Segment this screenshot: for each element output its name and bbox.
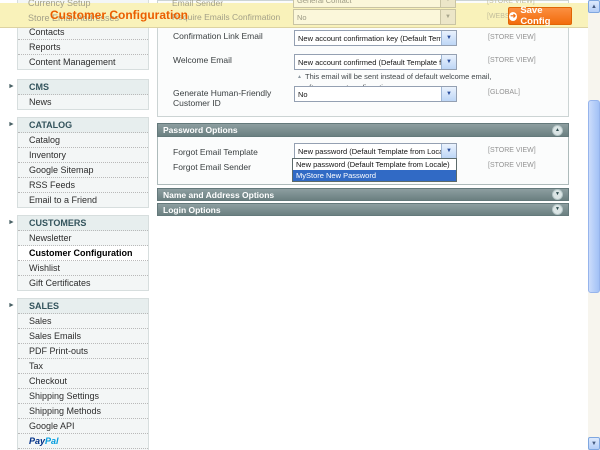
sidebar-item-google-sitemap[interactable]: Google Sitemap	[18, 163, 148, 178]
scrollbar-thumb[interactable]	[588, 100, 600, 293]
sidebar-item-email-to-a-friend[interactable]: Email to a Friend	[18, 193, 148, 207]
scope-label: [STORE VIEW]	[488, 34, 536, 41]
sidebar-item-sales-emails[interactable]: Sales Emails	[18, 329, 148, 344]
field-label: Generate Human-Friendly Customer ID	[173, 88, 285, 108]
dropdown-arrow-icon: ▼	[440, 10, 455, 24]
scroll-down-button[interactable]: ▼	[588, 437, 600, 450]
floating-page-header: Currency Setup Store Email Addresses Ema…	[0, 0, 588, 28]
sidebar-item-pdf-print-outs[interactable]: PDF Print-outs	[18, 344, 148, 359]
sidebar-item-inventory[interactable]: Inventory	[18, 148, 148, 163]
name-and-address-options-header[interactable]: Name and Address Options ▼	[157, 188, 569, 201]
sidebar-item-shipping-settings[interactable]: Shipping Settings	[18, 389, 148, 404]
sidebar-item-wishlist[interactable]: Wishlist	[18, 261, 148, 276]
vertical-scrollbar: ▲ ▼	[588, 0, 600, 450]
save-button-label: Save Config	[520, 5, 571, 27]
field-label: Confirmation Link Email	[173, 31, 263, 41]
sidebar-item-gift-certificates[interactable]: Gift Certificates	[18, 276, 148, 290]
confirmation-link-email-select[interactable]: New account confirmation key (Default Te…	[294, 30, 457, 46]
select-value: New password (Default Template from Loca…	[295, 147, 441, 156]
dropdown-option[interactable]: New password (Default Template from Loca…	[293, 159, 456, 170]
forgot-email-template-select[interactable]: New password (Default Template from Loca…	[294, 143, 457, 159]
scroll-down-icon: ▼	[591, 441, 597, 447]
scope-label: [STORE VIEW]	[488, 57, 536, 64]
select-value: No	[294, 13, 440, 22]
scroll-up-icon: ▲	[591, 4, 597, 10]
section-title: Name and Address Options	[163, 190, 274, 200]
dropdown-arrow-icon[interactable]: ▼	[441, 31, 456, 45]
sidebar-item-reports[interactable]: Reports	[18, 40, 148, 55]
note-marker-icon: ▲	[297, 74, 302, 80]
collapse-icon[interactable]: ▲	[552, 125, 563, 136]
sidebar-header-label: CUSTOMERS	[29, 218, 86, 228]
paypal-logo-pay: Pay	[29, 436, 45, 446]
select-value: New account confirmation key (Default Te…	[295, 34, 441, 43]
sidebar-item-customer-configuration[interactable]: Customer Configuration	[18, 246, 148, 261]
dropdown-arrow-icon[interactable]: ▼	[441, 87, 456, 101]
sidebar-item-newsletter[interactable]: Newsletter	[18, 231, 148, 246]
config-nav-group-sales: ► SALES Sales Sales Emails PDF Print-out…	[17, 298, 149, 450]
forgot-email-template-dropdown-list: New password (Default Template from Loca…	[292, 158, 457, 182]
group-arrow-icon: ►	[8, 299, 15, 313]
magento-admin-configuration-page: Contacts Reports Content Management ► CM…	[0, 0, 600, 450]
paypal-logo-pal: Pal	[45, 436, 59, 446]
group-arrow-icon: ►	[8, 118, 15, 132]
generate-customer-id-select[interactable]: No ▼	[294, 86, 457, 102]
sidebar-item-news[interactable]: News	[18, 95, 148, 109]
dropdown-option-highlighted[interactable]: MyStore New Password	[293, 170, 456, 181]
sidebar-header-label: CATALOG	[29, 120, 72, 130]
sidebar-item-shipping-methods[interactable]: Shipping Methods	[18, 404, 148, 419]
config-nav-sidebar: Contacts Reports Content Management ► CM…	[17, 0, 149, 450]
sidebar-header-label: SALES	[29, 301, 59, 311]
sidebar-item-content-management[interactable]: Content Management	[18, 55, 148, 69]
save-config-button[interactable]: ➜ Save Config	[508, 7, 572, 25]
sidebar-item-rss-feeds[interactable]: RSS Feeds	[18, 178, 148, 193]
field-label: Forgot Email Template	[173, 147, 258, 157]
select-value: No	[295, 90, 441, 99]
dropdown-arrow-icon: ▼	[440, 0, 455, 7]
config-nav-group-catalog: ► CATALOG Catalog Inventory Google Sitem…	[17, 117, 149, 208]
sidebar-header-label: CMS	[29, 82, 49, 92]
sidebar-item-checkout[interactable]: Checkout	[18, 374, 148, 389]
field-label: Email Sender	[172, 0, 223, 8]
field-label: Welcome Email	[173, 55, 232, 65]
section-title: Login Options	[163, 205, 221, 215]
sidebar-header-catalog: ► CATALOG	[18, 118, 148, 133]
sidebar-header-sales: ► SALES	[18, 299, 148, 314]
scope-label: [GLOBAL]	[488, 89, 520, 96]
section-title: Password Options	[163, 125, 238, 135]
scope-label: [STORE VIEW]	[488, 147, 536, 154]
dropdown-arrow-icon[interactable]: ▼	[441, 144, 456, 158]
scope-label: [STORE VIEW]	[488, 162, 536, 169]
sidebar-header-customers: ► CUSTOMERS	[18, 216, 148, 231]
email-sender-select[interactable]: General Contact ▼	[293, 0, 456, 8]
group-arrow-icon: ►	[8, 216, 15, 230]
expand-icon[interactable]: ▼	[552, 204, 563, 215]
welcome-email-select[interactable]: New account confirmed (Default Template …	[294, 54, 457, 70]
page-title: Customer Configuration	[50, 8, 188, 22]
config-nav-group-customers: ► CUSTOMERS Newsletter Customer Configur…	[17, 215, 149, 291]
field-label: Forgot Email Sender	[173, 162, 251, 172]
scroll-up-button[interactable]: ▲	[588, 0, 600, 13]
select-value: General Contact	[294, 0, 440, 5]
dropdown-arrow-icon[interactable]: ▼	[441, 55, 456, 69]
sidebar-item-paypal[interactable]: PayPal	[18, 434, 148, 449]
sidebar-item-google-api[interactable]: Google API	[18, 419, 148, 434]
sidebar-header-cms: ► CMS	[18, 80, 148, 95]
sidebar-item-tax[interactable]: Tax	[18, 359, 148, 374]
password-options-header[interactable]: Password Options ▲	[157, 123, 569, 137]
config-nav-group-cms: ► CMS News	[17, 79, 149, 110]
sidebar-item-catalog[interactable]: Catalog	[18, 133, 148, 148]
select-value: New account confirmed (Default Template …	[295, 58, 441, 67]
expand-icon[interactable]: ▼	[552, 189, 563, 200]
group-arrow-icon: ►	[8, 80, 15, 94]
save-icon: ➜	[509, 12, 517, 21]
sidebar-item-sales[interactable]: Sales	[18, 314, 148, 329]
require-emails-confirmation-select[interactable]: No ▼	[293, 9, 456, 25]
field-label: Require Emails Confirmation	[172, 12, 280, 22]
login-options-header[interactable]: Login Options ▼	[157, 203, 569, 216]
